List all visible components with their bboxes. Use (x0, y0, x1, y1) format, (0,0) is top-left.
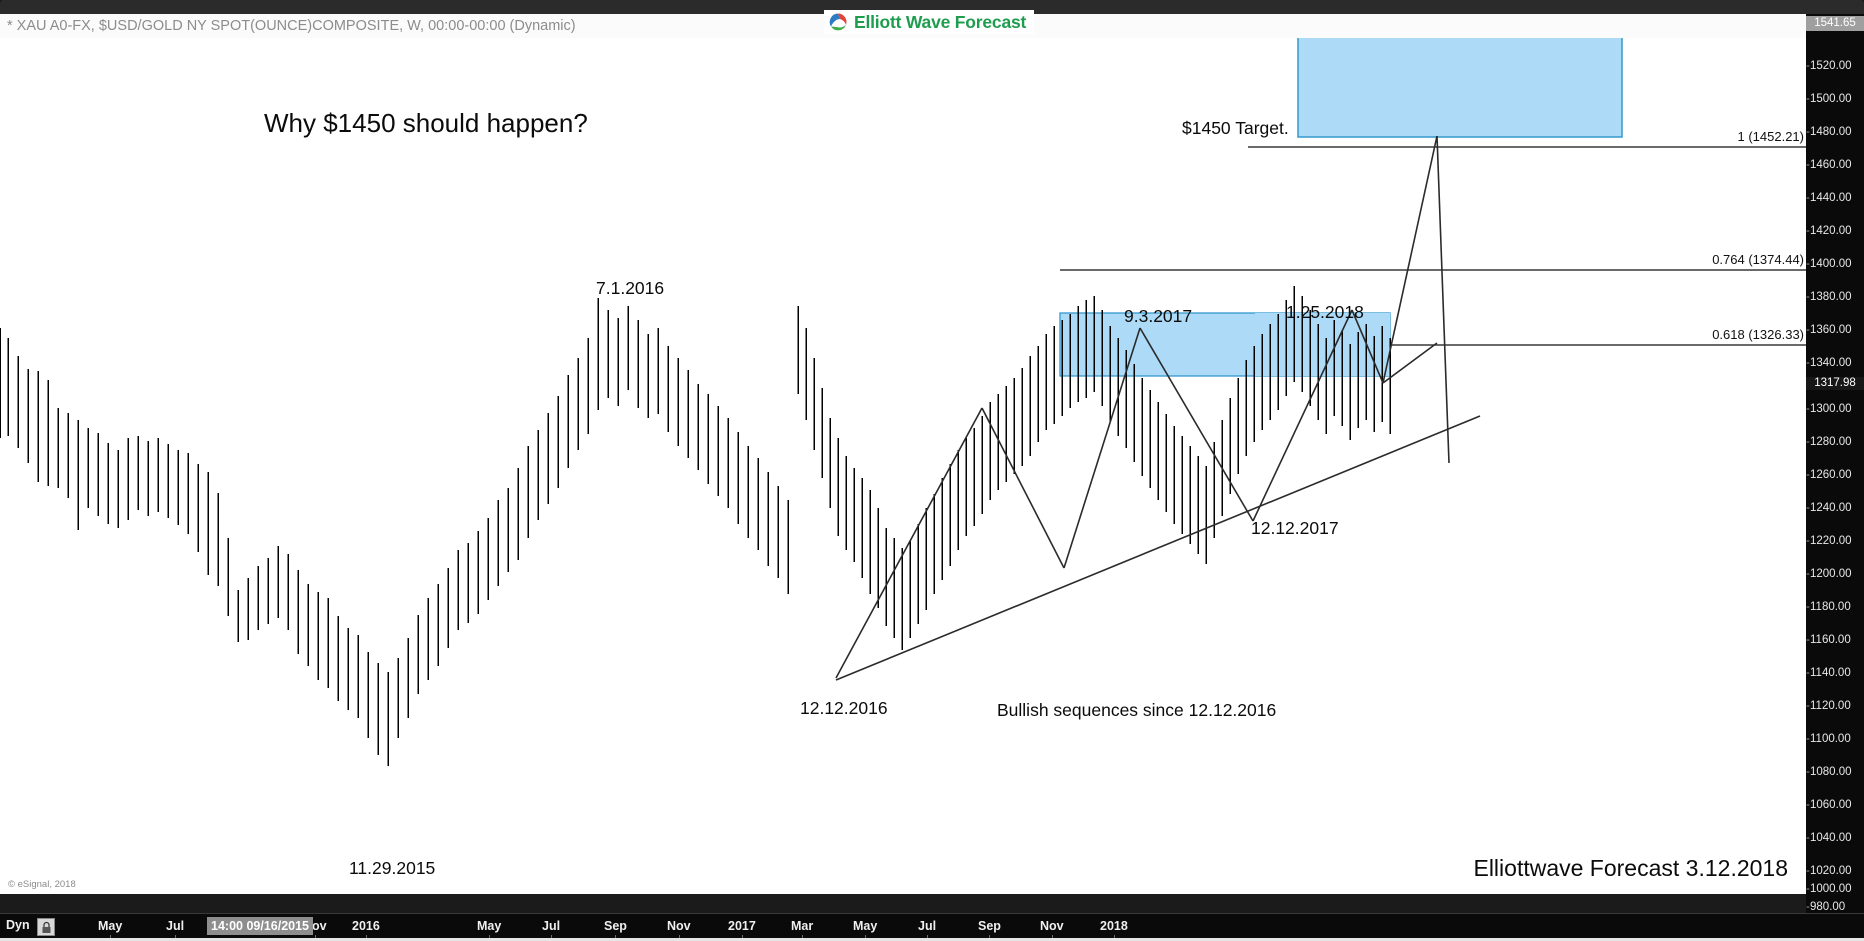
time-tick-jul-2015: Jul (166, 919, 184, 941)
bullish-sequence-note: Bullish sequences since 12.12.2016 (997, 700, 1277, 720)
time-tick-2017: 2017 (728, 919, 756, 941)
price-tick: -1040.00 (1806, 832, 1852, 844)
price-tick-value: 1400 (1810, 258, 1836, 270)
price-tick-value: 1420 (1810, 225, 1836, 237)
price-tick: -1060.00 (1806, 799, 1852, 811)
time-tick-2016: 2016 (352, 919, 380, 941)
price-tick-value: 1460 (1810, 159, 1836, 171)
price-tick-value: 1040 (1810, 832, 1836, 844)
time-tick-may-2017: May (853, 919, 877, 941)
time-tick-jul-2017: Jul (918, 919, 936, 941)
price-tick-value: 1120 (1810, 700, 1835, 712)
price-tick-value: 1340 (1810, 357, 1836, 369)
price-tick-value: 1160 (1810, 634, 1835, 646)
price-tick: -1460.00 (1806, 159, 1852, 171)
price-tick: -1420.00 (1806, 225, 1852, 237)
price-tick-value: 1020 (1810, 865, 1836, 877)
price-tick: -1120.00 (1806, 700, 1851, 712)
price-tick: -980.00 (1806, 901, 1846, 913)
price-tick-value: 1480 (1810, 126, 1836, 138)
price-tick: -1200.00 (1806, 568, 1852, 580)
esignal-watermark: © eSignal, 2018 (8, 879, 76, 890)
price-axis[interactable]: 1541.65 -1520.00 -1500.00 -1480.00 -1460… (1806, 14, 1864, 913)
price-tick-value: 1240 (1810, 502, 1836, 514)
price-tick-value: 1360 (1810, 324, 1836, 336)
logo-text: Elliott Wave Forecast (854, 11, 1027, 32)
price-tick: -1340.00 (1806, 357, 1852, 369)
price-tick-value: 1100 (1810, 733, 1835, 745)
price-tick: -1500.00 (1806, 93, 1852, 105)
chart-title-annotation: Why $1450 should happen? (264, 108, 588, 138)
price-tick: -1400.00 (1806, 258, 1852, 270)
price-tick: -1440.00 (1806, 192, 1852, 204)
price-tick: -1520.00 (1806, 60, 1852, 72)
brand-watermark: Elliottwave Forecast 3.12.2018 (1473, 855, 1788, 881)
pivot-label-7-1-2016: 7.1.2016 (596, 278, 665, 298)
chart-plot-area[interactable]: 1.236 (1529.97) 1 (1452.21) 0.764 (1374.… (0, 38, 1806, 894)
fib-label-0764: 0.764 (1374.44) (1712, 252, 1804, 267)
price-tick-value: 1500 (1810, 93, 1836, 105)
price-tick: -1160.00 (1806, 634, 1851, 646)
fib-label-0618: 0.618 (1326.33) (1712, 327, 1804, 342)
cursor-time-readout: 14:00 09/16/2015 (207, 917, 314, 935)
time-tick-nov-2017: Nov (1040, 919, 1064, 941)
chart-application: * XAU A0-FX, $USD/GOLD NY SPOT(OUNCE)COM… (0, 0, 1864, 941)
chart-canvas (0, 38, 1806, 894)
upper-target-zone (1297, 38, 1623, 138)
time-tick-nov-2016: Nov (667, 919, 691, 941)
price-tick-value: 1380 (1810, 291, 1836, 303)
price-tick: -1080.00 (1806, 766, 1852, 778)
price-tick: -1000.00 (1806, 883, 1852, 895)
pivot-label-12-12-2016: 12.12.2016 (800, 698, 888, 718)
price-tick: -1020.00 (1806, 865, 1852, 877)
lock-icon[interactable] (37, 918, 55, 936)
pivot-label-11-29-2015: 11.29.2015 (349, 858, 436, 878)
time-tick-may-2016: May (477, 919, 501, 941)
price-tick-value: 1260 (1810, 469, 1836, 481)
price-tick-value: 1140 (1810, 667, 1835, 679)
price-tick: -1140.00 (1806, 667, 1851, 679)
price-tick-value: 1220 (1810, 535, 1836, 547)
price-tick: -1240.00 (1806, 502, 1852, 514)
elliott-wave-swirl-icon (828, 12, 848, 32)
price-tick: -1300.00 (1806, 403, 1852, 415)
price-tick: -1380.00 (1806, 291, 1852, 303)
price-tick: -1280.00 (1806, 436, 1852, 448)
time-axis[interactable]: Dyn May Jul Sep Nov 2016 May Jul S (0, 913, 1864, 941)
current-price-tag: 1541.65 (1806, 16, 1864, 31)
time-tick-sep-2016: Sep (604, 919, 627, 941)
price-tick-value: 1520 (1810, 60, 1836, 72)
pivot-label-12-12-2017: 12.12.2017 (1251, 518, 1339, 538)
price-tick-value: 980 (1810, 901, 1830, 913)
fib-label-1: 1 (1452.21) (1737, 129, 1805, 144)
price-tick: -1260.00 (1806, 469, 1852, 481)
price-tick: -1480.00 (1806, 126, 1852, 138)
price-tick-value: 1000 (1810, 883, 1836, 895)
price-tick: -1100.00 (1806, 733, 1851, 745)
price-tick-value: 1060 (1810, 799, 1836, 811)
highlighted-price-tick: 1317.98 (1806, 377, 1864, 390)
price-tick-value: 1080 (1810, 766, 1836, 778)
price-tick-value: 1300 (1810, 403, 1836, 415)
target-annotation: $1450 Target. (1182, 118, 1289, 138)
pivot-label-1-25-2018: 1.25.2018 (1286, 302, 1364, 322)
pivot-label-9-3-2017: 9.3.2017 (1124, 306, 1193, 326)
time-tick-sep-2017: Sep (978, 919, 1001, 941)
time-tick-may-2015: May (98, 919, 122, 941)
price-tick: -1180.00 (1806, 601, 1851, 613)
price-tick: -1220.00 (1806, 535, 1852, 547)
price-tick-value: 1200 (1810, 568, 1836, 580)
time-tick-2018: 2018 (1100, 919, 1128, 941)
dyn-label: Dyn (6, 918, 30, 932)
price-tick: -1360.00 (1806, 324, 1852, 336)
price-tick-value: 1180 (1810, 601, 1835, 613)
time-tick-mar-2017: Mar (791, 919, 813, 941)
price-tick-value: 1440 (1810, 192, 1836, 204)
price-tick-value: 1280 (1810, 436, 1836, 448)
time-tick-jul-2016: Jul (542, 919, 560, 941)
elliott-wave-forecast-logo: Elliott Wave Forecast (824, 10, 1035, 34)
